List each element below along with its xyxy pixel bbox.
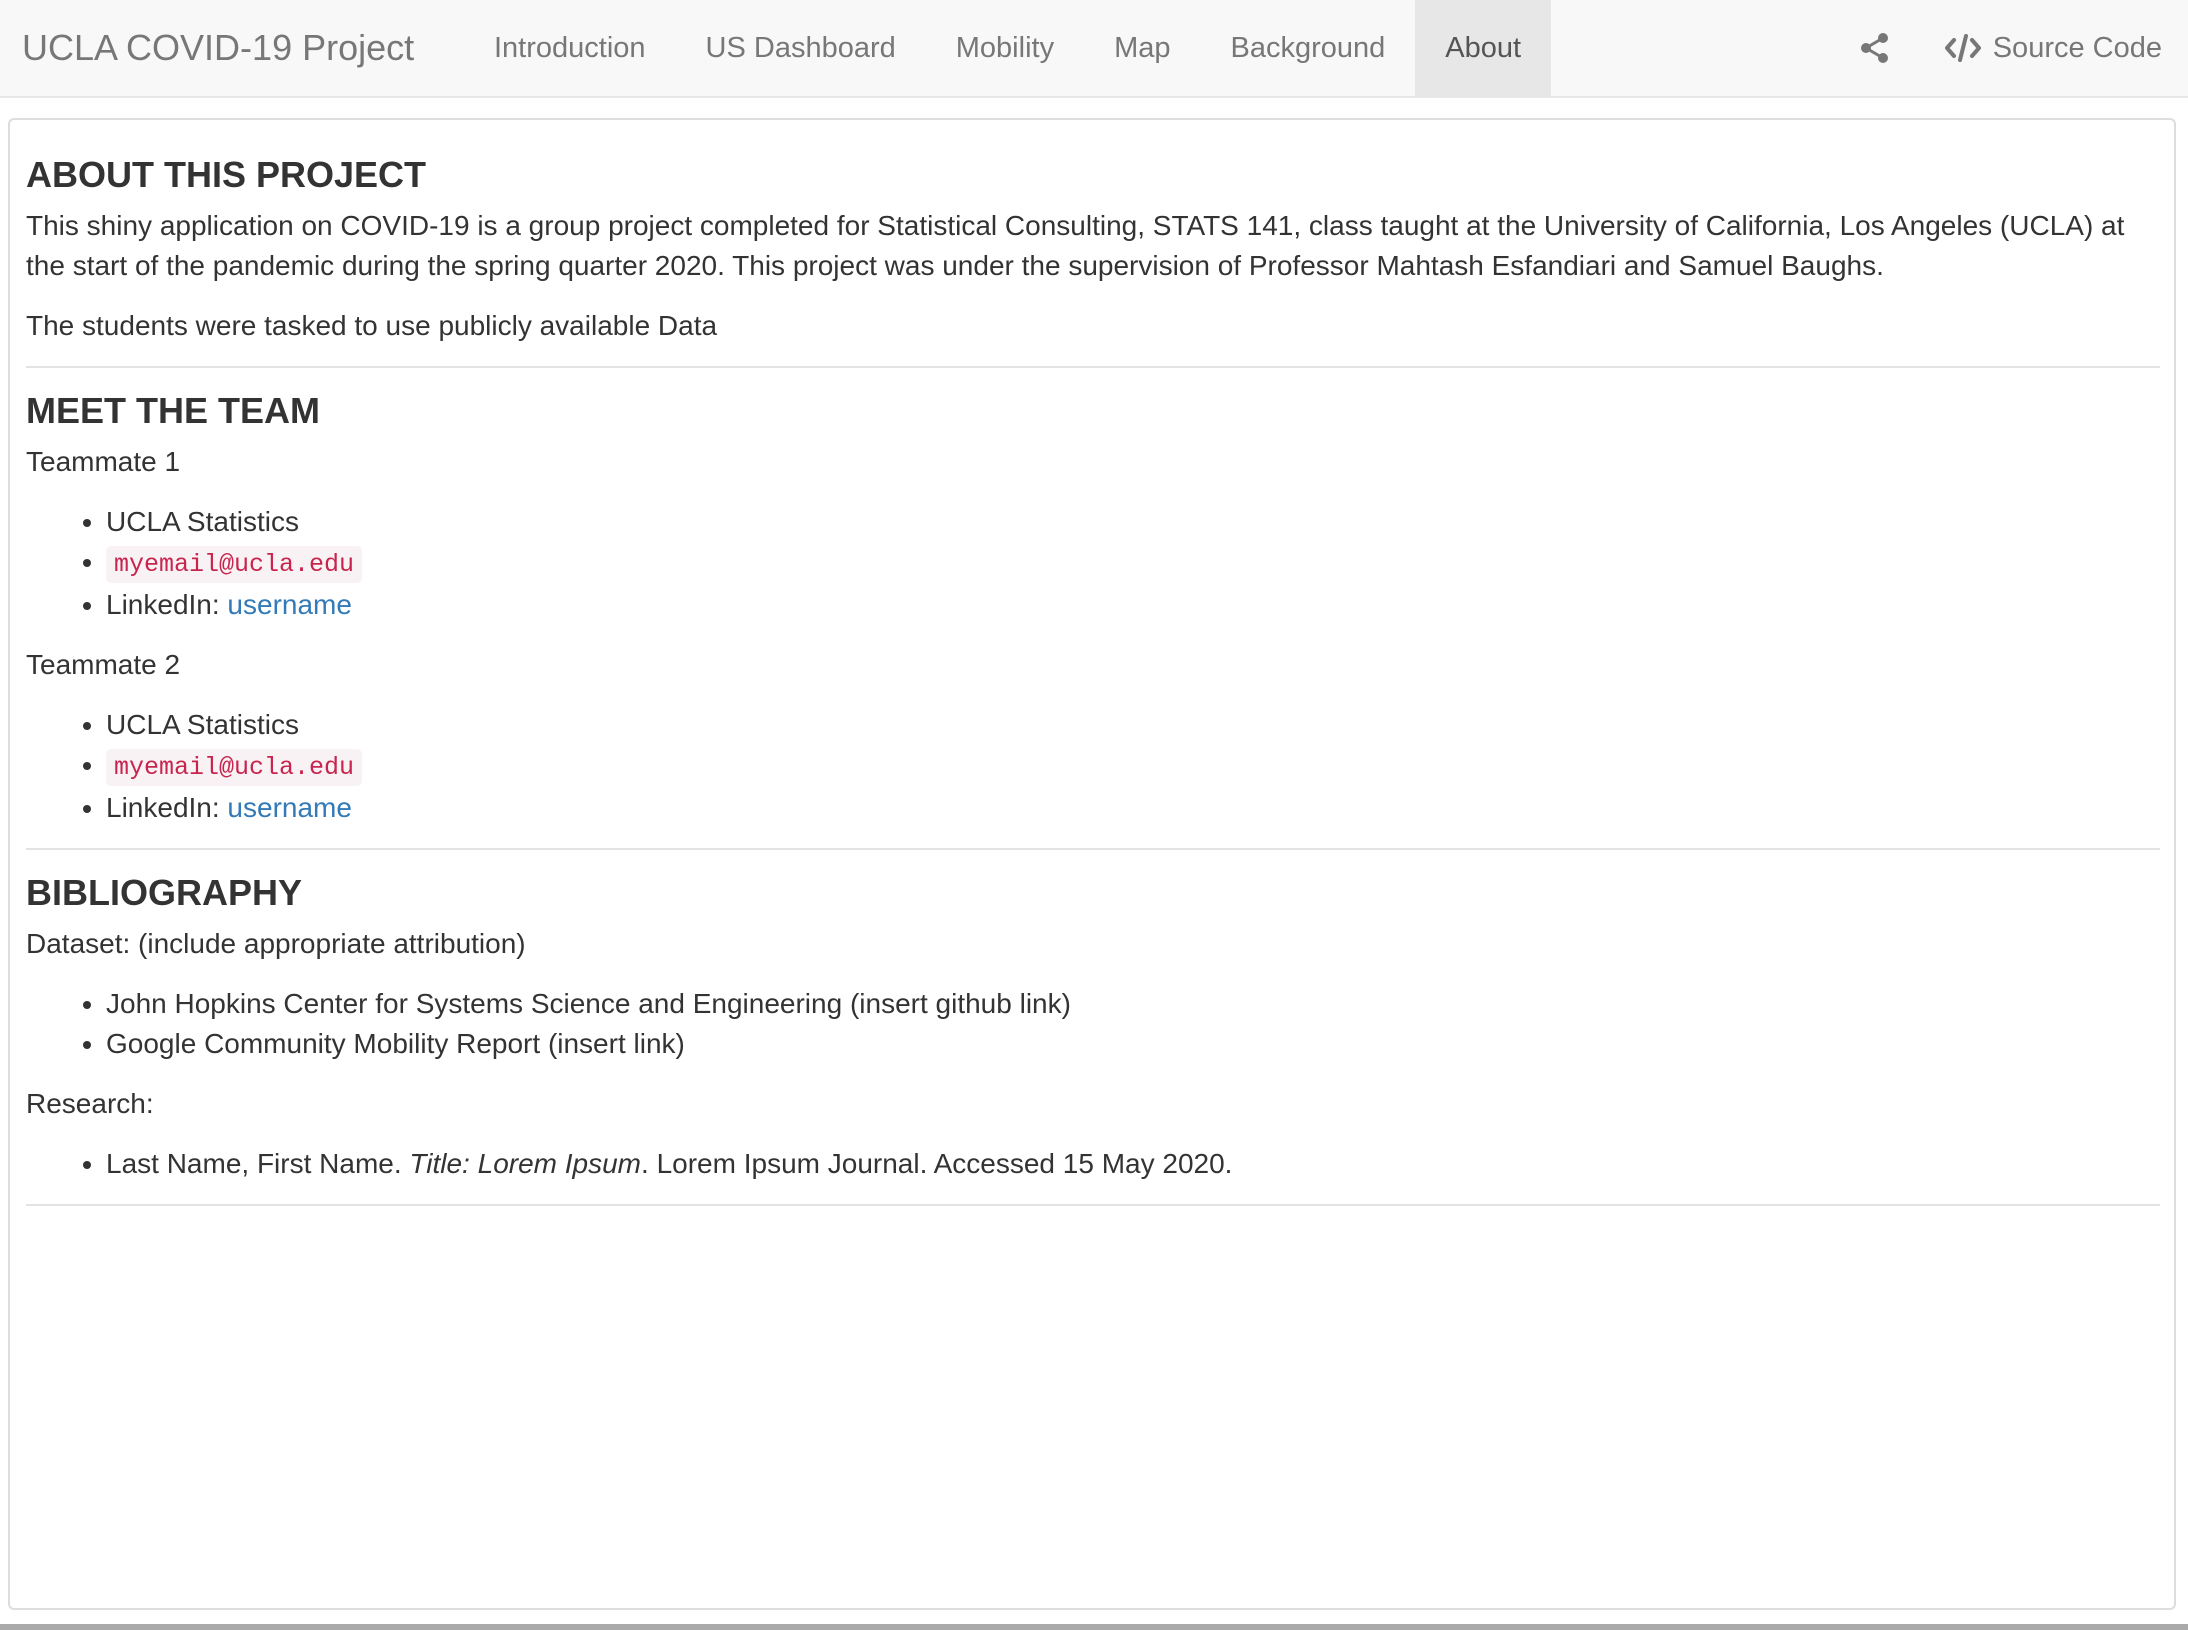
- teammate-details: UCLA Statistics myemail@ucla.edu LinkedI…: [26, 502, 2160, 625]
- share-icon: [1860, 33, 1888, 63]
- nav-tabs: Introduction US Dashboard Mobility Map B…: [464, 0, 1552, 96]
- source-code-button[interactable]: Source Code: [1944, 0, 2188, 96]
- linkedin-prefix: LinkedIn:: [106, 792, 228, 823]
- teammate-email: myemail@ucla.edu: [106, 546, 363, 583]
- section-divider: [26, 1204, 2160, 1206]
- dataset-item: John Hopkins Center for Systems Science …: [106, 984, 2160, 1024]
- research-label: Research:: [26, 1088, 154, 1119]
- teammate-name: Teammate 2: [26, 649, 181, 680]
- top-navbar: UCLA COVID-19 Project Introduction US Da…: [0, 0, 2188, 98]
- citation-title: Title: Lorem Ipsum: [409, 1148, 642, 1179]
- teammate-linkedin-item: LinkedIn: username: [106, 585, 2160, 625]
- team-heading: MEET THE TEAM: [26, 390, 320, 431]
- teammate-email: myemail@ucla.edu: [106, 749, 363, 786]
- teammate-name: Teammate 1: [26, 446, 181, 477]
- app-title[interactable]: UCLA COVID-19 Project: [22, 0, 414, 96]
- teammate-email-item: myemail@ucla.edu: [106, 542, 2160, 585]
- teammate-email-item: myemail@ucla.edu: [106, 745, 2160, 788]
- main-panel: ABOUT THIS PROJECT This shiny applicatio…: [8, 118, 2176, 1610]
- about-content: ABOUT THIS PROJECT This shiny applicatio…: [26, 150, 2160, 1224]
- tab-introduction[interactable]: Introduction: [464, 0, 676, 96]
- tab-about[interactable]: About: [1415, 0, 1552, 96]
- code-icon: [1944, 34, 1981, 62]
- citation-source: . Lorem Ipsum Journal. Accessed 15 May 2…: [641, 1148, 1233, 1179]
- dataset-item: Google Community Mobility Report (insert…: [106, 1024, 2160, 1064]
- about-heading: ABOUT THIS PROJECT: [26, 154, 427, 195]
- navbar-right: Source Code: [1845, 0, 2188, 96]
- dataset-list: John Hopkins Center for Systems Science …: [26, 984, 2160, 1064]
- dataset-label: Dataset: (include appropriate attributio…: [26, 928, 526, 959]
- data-paragraph: The students were tasked to use publicly…: [26, 310, 718, 341]
- bibliography-heading: BIBLIOGRAPHY: [26, 872, 303, 913]
- tab-us-dashboard[interactable]: US Dashboard: [676, 0, 926, 96]
- tab-background[interactable]: Background: [1201, 0, 1416, 96]
- linkedin-link[interactable]: username: [227, 792, 352, 823]
- share-button[interactable]: [1845, 0, 1905, 96]
- tab-mobility[interactable]: Mobility: [926, 0, 1084, 96]
- linkedin-prefix: LinkedIn:: [106, 589, 228, 620]
- section-divider: [26, 366, 2160, 368]
- citation-authors: Last Name, First Name.: [106, 1148, 410, 1179]
- window-bottom-border: [0, 1624, 2188, 1630]
- research-list: Last Name, First Name. Title: Lorem Ipsu…: [26, 1144, 2160, 1184]
- teammate-department: UCLA Statistics: [106, 502, 2160, 542]
- linkedin-link[interactable]: username: [227, 589, 352, 620]
- about-paragraph: This shiny application on COVID-19 is a …: [26, 210, 2125, 281]
- teammate-linkedin-item: LinkedIn: username: [106, 788, 2160, 828]
- tab-map[interactable]: Map: [1084, 0, 1200, 96]
- research-item: Last Name, First Name. Title: Lorem Ipsu…: [106, 1144, 2160, 1184]
- section-divider: [26, 848, 2160, 850]
- source-code-label: Source Code: [1992, 31, 2162, 64]
- teammate-details: UCLA Statistics myemail@ucla.edu LinkedI…: [26, 705, 2160, 828]
- teammate-department: UCLA Statistics: [106, 705, 2160, 745]
